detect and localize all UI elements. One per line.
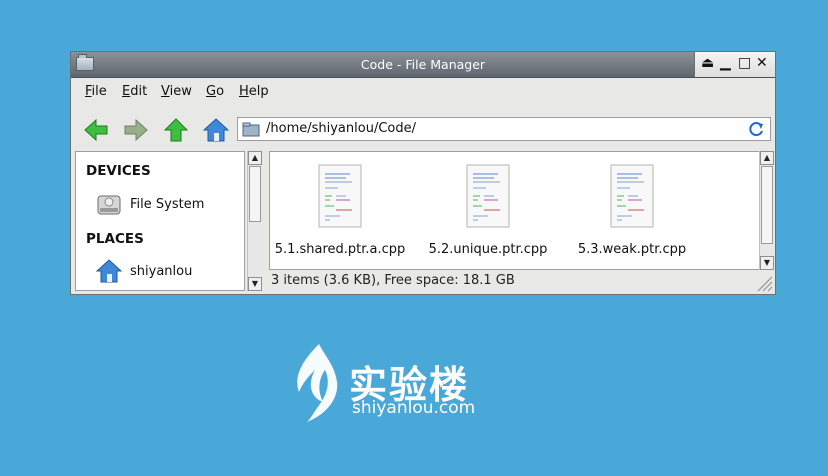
- file-name: 5.2.unique.ptr.cpp: [428, 242, 548, 257]
- location-bar[interactable]: /home/shiyanlou/Code/: [237, 117, 771, 141]
- places-header: PLACES: [86, 231, 144, 247]
- file-item[interactable]: 5.3.weak.ptr.cpp: [562, 164, 702, 260]
- file-view-scrollbar[interactable]: ▲ ▼: [759, 151, 774, 270]
- home-icon[interactable]: [203, 117, 229, 143]
- scroll-down-button[interactable]: ▼: [760, 256, 774, 270]
- text-file-icon: [466, 164, 510, 228]
- up-arrow-icon[interactable]: [163, 117, 189, 143]
- resize-grip-icon[interactable]: [755, 274, 773, 292]
- brand-url: shiyanlou.com: [352, 398, 476, 418]
- refresh-icon[interactable]: [749, 121, 765, 137]
- status-text: 3 items (3.6 KB), Free space: 18.1 GB: [271, 273, 515, 288]
- scroll-up-button[interactable]: ▲: [760, 151, 774, 165]
- toolbar: /home/shiyanlou/Code/: [71, 110, 775, 148]
- path-text[interactable]: /home/shiyanlou/Code/: [266, 121, 416, 136]
- side-panel: DEVICES File System PLACES shiyanlou: [75, 151, 245, 291]
- file-name: 5.3.weak.ptr.cpp: [577, 242, 687, 257]
- window-controls: ⏏ ▁ □ ✕: [694, 52, 775, 77]
- menu-file[interactable]: File: [85, 84, 107, 99]
- sidebar-item-label: shiyanlou: [130, 264, 193, 279]
- scroll-thumb[interactable]: [249, 166, 261, 222]
- folder-icon: [242, 122, 260, 137]
- flame-logo-icon: [297, 344, 338, 422]
- close-button[interactable]: ✕: [756, 55, 768, 71]
- file-manager-window: Code - File Manager ⏏ ▁ □ ✕ File Edit Vi…: [70, 51, 776, 295]
- devices-header: DEVICES: [86, 163, 151, 179]
- window-title: Code - File Manager: [360, 57, 486, 72]
- side-panel-scrollbar[interactable]: ▲ ▼: [247, 151, 262, 291]
- file-item[interactable]: 5.2.unique.ptr.cpp: [418, 164, 558, 260]
- title-bar[interactable]: Code - File Manager ⏏ ▁ □ ✕: [71, 52, 775, 78]
- file-name: 5.1.shared.ptr.a.cpp: [274, 242, 406, 257]
- shiyanlou-logo: 实验楼 shiyanlou.com: [289, 342, 489, 424]
- menu-view[interactable]: View: [161, 84, 192, 99]
- scroll-up-button[interactable]: ▲: [248, 151, 262, 165]
- minimize-button[interactable]: ▁: [720, 55, 731, 71]
- status-bar: 3 items (3.6 KB), Free space: 18.1 GB: [269, 270, 775, 294]
- home-icon: [96, 259, 122, 283]
- back-arrow-icon[interactable]: [83, 117, 109, 143]
- file-item[interactable]: 5.1.shared.ptr.a.cpp: [270, 164, 410, 260]
- menu-bar: File Edit View Go Help: [71, 78, 775, 106]
- eject-button[interactable]: ⏏: [701, 55, 714, 71]
- text-file-icon: [318, 164, 362, 228]
- scroll-down-button[interactable]: ▼: [248, 277, 262, 291]
- menu-edit[interactable]: Edit: [122, 84, 147, 99]
- scroll-thumb[interactable]: [761, 166, 773, 244]
- menu-help[interactable]: Help: [239, 84, 269, 99]
- file-view: 5.1.shared.ptr.a.cpp 5.2.unique.ptr.cpp: [269, 151, 760, 270]
- menu-go[interactable]: Go: [206, 84, 224, 99]
- maximize-button[interactable]: □: [738, 55, 751, 71]
- hard-disk-icon: [97, 195, 121, 215]
- text-file-icon: [610, 164, 654, 228]
- forward-arrow-icon[interactable]: [123, 117, 149, 143]
- sidebar-item-label: File System: [130, 197, 205, 212]
